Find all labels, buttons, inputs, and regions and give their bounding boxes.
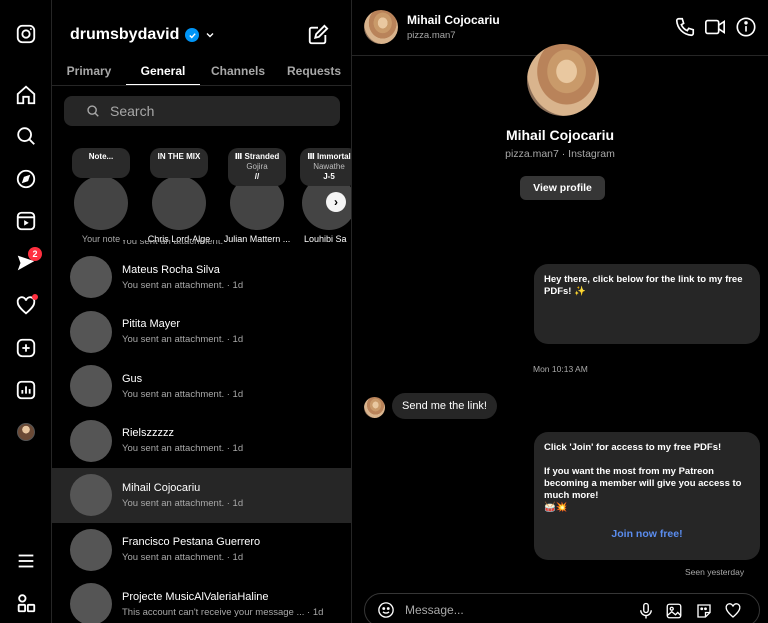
left-nav-rail: 2: [0, 0, 52, 623]
avatar[interactable]: [364, 10, 398, 44]
chevron-down-icon: [206, 33, 214, 38]
message-text: Hey there, click below for the link to m…: [544, 274, 743, 297]
notification-dot: [32, 294, 38, 300]
thread-preview: You sent an attachment. · 1d: [122, 443, 244, 455]
avatar: [70, 528, 112, 571]
chat-panel: Mihail Cojocariu pizza.man7 Mihail Cojoc…: [352, 0, 768, 623]
thread-preview: You sent an attachment. · 1d: [122, 279, 244, 291]
message-text: If you want the most from my Patreon bec…: [544, 466, 742, 501]
video-call-icon[interactable]: [704, 16, 726, 38]
tab-channels[interactable]: Channels: [200, 58, 276, 85]
phone-call-icon[interactable]: [674, 16, 696, 38]
thread-item-francisco[interactable]: Francisco Pestana Guerrero You sent an at…: [52, 523, 351, 578]
thread-name: Gus: [122, 372, 143, 385]
search-icon: [87, 105, 99, 117]
tab-primary[interactable]: Primary: [52, 58, 126, 85]
avatar: [70, 256, 112, 299]
thread-name: Francisco Pestana Guerrero: [122, 536, 261, 549]
thread-list: You sent an attachment. Mateus Rocha Sil…: [52, 240, 351, 623]
outgoing-message[interactable]: Hey there, click below for the link to m…: [534, 264, 760, 344]
explore-compass-icon[interactable]: [12, 165, 40, 193]
thread-preview: You sent an attachment. · 1d: [122, 388, 244, 400]
thread-preview: You sent an attachment. · 1d: [122, 334, 244, 346]
note-bubble[interactable]: Note...: [72, 148, 130, 178]
seen-status: Seen yesterday: [685, 567, 745, 577]
thread-item-projecte[interactable]: Projecte MusicAlValeriaHaline This accoun…: [52, 577, 351, 623]
message-input[interactable]: [405, 603, 605, 617]
avatar: [17, 423, 35, 441]
join-now-link[interactable]: Join now free!: [544, 528, 750, 540]
incoming-message[interactable]: Send me the link!: [392, 393, 497, 419]
avatar: [70, 583, 112, 623]
tab-requests[interactable]: Requests: [276, 58, 351, 85]
profile-name: Mihail Cojocariu: [505, 127, 615, 143]
emoji-icon[interactable]: [377, 601, 395, 619]
thread-preview: This account can't receive your message …: [122, 606, 324, 618]
verified-badge-icon: [185, 28, 200, 42]
message-timestamp: Mon 10:13 AM: [533, 364, 588, 374]
tab-general[interactable]: General: [126, 58, 200, 85]
image-gallery-icon[interactable]: [665, 602, 683, 620]
reels-icon[interactable]: [12, 207, 40, 235]
profile-avatar[interactable]: [527, 44, 599, 116]
thread-preview: You sent an attachment. · 1d: [122, 552, 244, 564]
chat-contact-name[interactable]: Mihail Cojocariu: [407, 13, 500, 27]
thread-item-gus[interactable]: Gus You sent an attachment. · 1d: [52, 359, 351, 414]
notes-tray: Note... Your note IN THE MIX Chris Lord-…: [52, 140, 351, 244]
thread-preview: You sent an attachment. · 1d: [122, 497, 244, 509]
thread-item-mateus[interactable]: Mateus Rocha Silva You sent an attachment…: [52, 250, 351, 305]
search-icon[interactable]: [12, 122, 40, 150]
avatar: [70, 474, 112, 517]
avatar: [70, 310, 112, 353]
messages-icon[interactable]: 2: [12, 247, 42, 277]
thread-item-rielszzzzz[interactable]: Rielszzzzz You sent an attachment. · 1d: [52, 414, 351, 469]
instagram-logo-icon[interactable]: [12, 20, 40, 48]
inbox-tabs: Primary General Channels Requests: [52, 58, 351, 86]
avatar: [70, 419, 112, 462]
thread-name: Mihail Cojocariu: [122, 481, 201, 494]
search-input[interactable]: [110, 103, 310, 119]
like-heart-icon[interactable]: [724, 602, 742, 620]
partial-thread-preview: You sent an attachment.: [121, 240, 224, 247]
profile-avatar-icon[interactable]: [12, 418, 40, 446]
message-text: Send me the link!: [402, 400, 487, 412]
outgoing-message[interactable]: Click 'Join' for access to my free PDFs!…: [534, 432, 760, 560]
account-username: drumsbydavid: [70, 26, 180, 43]
avatar: [364, 397, 385, 418]
chat-contact-username: pizza.man7: [407, 30, 456, 41]
thread-name: Projecte MusicAlValeriaHaline: [122, 590, 269, 603]
dashboard-chart-icon[interactable]: [12, 376, 40, 404]
note-bubble: IN THE MIX: [150, 148, 208, 178]
sticker-icon[interactable]: [695, 602, 713, 620]
thread-name: Pitita Mayer: [122, 318, 181, 331]
search-bar[interactable]: [64, 96, 340, 126]
view-profile-button[interactable]: View profile: [520, 176, 605, 200]
compose-new-message-icon[interactable]: [307, 24, 329, 46]
avatar: [74, 176, 128, 230]
home-icon[interactable]: [12, 81, 40, 109]
notes-scroll-right-chevron-icon[interactable]: ›: [326, 192, 346, 212]
thread-item-pitita[interactable]: Pitita Mayer You sent an attachment. · 1d: [52, 305, 351, 360]
message-text: Click 'Join' for access to my free PDFs!: [544, 442, 722, 453]
more-apps-icon[interactable]: [12, 589, 40, 617]
avatar: [70, 365, 112, 408]
create-plus-icon[interactable]: [12, 334, 40, 362]
thread-name: Rielszzzzz: [122, 427, 174, 440]
messages-badge: 2: [28, 247, 42, 261]
profile-meta: pizza.man7 · Instagram: [505, 148, 615, 160]
avatar: [152, 176, 206, 230]
message-composer: [364, 593, 760, 623]
info-icon[interactable]: [735, 16, 757, 38]
menu-hamburger-icon[interactable]: [12, 547, 40, 575]
note-bubble: Ⅲ Immortal Nawathe J-5: [300, 148, 351, 186]
message-emoji: 🥁💥: [544, 502, 568, 513]
account-switcher[interactable]: drumsbydavid: [70, 26, 215, 44]
microphone-icon[interactable]: [637, 602, 655, 620]
thread-item-mihail[interactable]: Mihail Cojocariu You sent an attachment. …: [52, 468, 351, 523]
note-bubble: Ⅲ Stranded Gojira//: [228, 148, 286, 186]
thread-name: Mateus Rocha Silva: [122, 263, 220, 276]
notifications-heart-icon[interactable]: [12, 292, 40, 320]
conversation-list-panel: drumsbydavid Primary General Channels Re…: [52, 0, 352, 623]
